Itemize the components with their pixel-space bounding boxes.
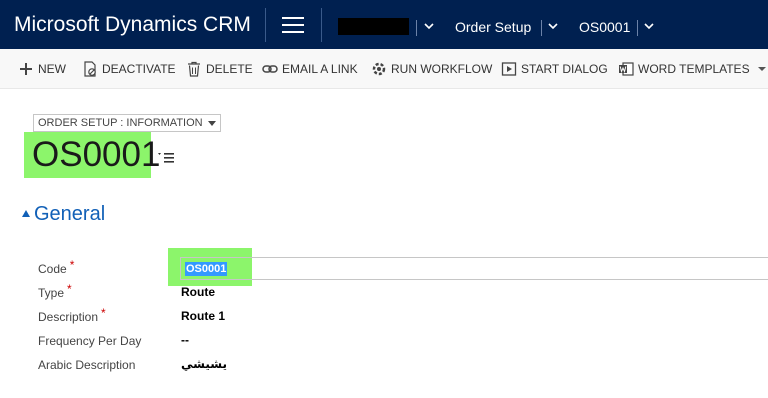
required-marker: *	[67, 282, 72, 296]
new-button-label: NEW	[38, 62, 66, 76]
deactivate-button-label: DEACTIVATE	[102, 62, 176, 76]
deactivate-icon	[82, 61, 98, 77]
chevron-down-icon[interactable]	[423, 20, 435, 32]
chevron-down-icon[interactable]	[643, 20, 655, 32]
field-value-description[interactable]: Route 1	[181, 309, 225, 323]
top-nav-bar: Microsoft Dynamics CRM Order Setup OS000…	[0, 0, 768, 49]
form-selector[interactable]: ORDER SETUP : INFORMATION	[33, 114, 221, 132]
field-label-code: Code *	[38, 258, 75, 276]
link-icon	[262, 61, 278, 77]
nav-entity-link[interactable]: Order Setup	[455, 19, 531, 35]
required-marker: *	[69, 258, 75, 272]
plus-icon	[18, 61, 34, 77]
field-label-arabic-description: Arabic Description	[38, 358, 136, 372]
section-title-general[interactable]: General	[34, 203, 105, 226]
nav-divider	[541, 20, 542, 36]
chevron-down-icon[interactable]	[547, 20, 559, 32]
required-marker: *	[101, 306, 106, 320]
field-value-arabic-description[interactable]: يشيشي	[181, 357, 227, 371]
start-dialog-button[interactable]: START DIALOG	[501, 61, 608, 77]
redacted-area	[338, 18, 409, 35]
field-value-type[interactable]: Route	[181, 285, 215, 299]
word-templates-button-label: WORD TEMPLATES	[638, 62, 750, 76]
delete-button-label: DELETE	[206, 62, 253, 76]
deactivate-button[interactable]: DEACTIVATE	[82, 61, 176, 77]
word-templates-button[interactable]: WORD TEMPLATES	[618, 61, 766, 77]
new-button[interactable]: NEW	[18, 61, 66, 77]
code-value-selected[interactable]: OS0001	[185, 262, 228, 276]
chevron-down-icon	[757, 67, 766, 71]
email-link-button[interactable]: EMAIL A LINK	[262, 61, 358, 77]
trash-icon	[186, 61, 202, 77]
nav-divider	[416, 20, 417, 36]
code-input[interactable]	[180, 257, 768, 280]
nav-separator	[265, 8, 266, 42]
run-workflow-button-label: RUN WORKFLOW	[391, 62, 493, 76]
record-menu-icon[interactable]	[158, 150, 176, 164]
collapse-section-icon[interactable]	[22, 210, 30, 217]
run-workflow-button[interactable]: RUN WORKFLOW	[371, 61, 492, 77]
word-icon	[618, 61, 634, 77]
field-label-frequency: Frequency Per Day	[38, 334, 142, 348]
dialog-icon	[501, 61, 517, 77]
delete-button[interactable]: DELETE	[186, 61, 253, 77]
nav-record-link[interactable]: OS0001	[579, 19, 630, 35]
caret-down-icon	[207, 120, 216, 126]
nav-divider	[637, 20, 638, 36]
command-bar: NEW DEACTIVATE DELETE EMAIL A LINK RUN W…	[0, 49, 768, 89]
app-title[interactable]: Microsoft Dynamics CRM	[14, 13, 251, 37]
form-selector-label: ORDER SETUP : INFORMATION	[38, 117, 203, 129]
email-link-button-label: EMAIL A LINK	[282, 62, 358, 76]
start-dialog-button-label: START DIALOG	[521, 62, 608, 76]
field-label-description: Description *	[38, 306, 106, 324]
nav-separator	[321, 8, 322, 42]
field-label-type: Type *	[38, 282, 72, 300]
field-value-frequency[interactable]: --	[181, 333, 189, 347]
hamburger-menu-icon[interactable]	[282, 17, 304, 33]
workflow-icon	[371, 61, 387, 77]
record-title: OS0001	[32, 135, 161, 174]
